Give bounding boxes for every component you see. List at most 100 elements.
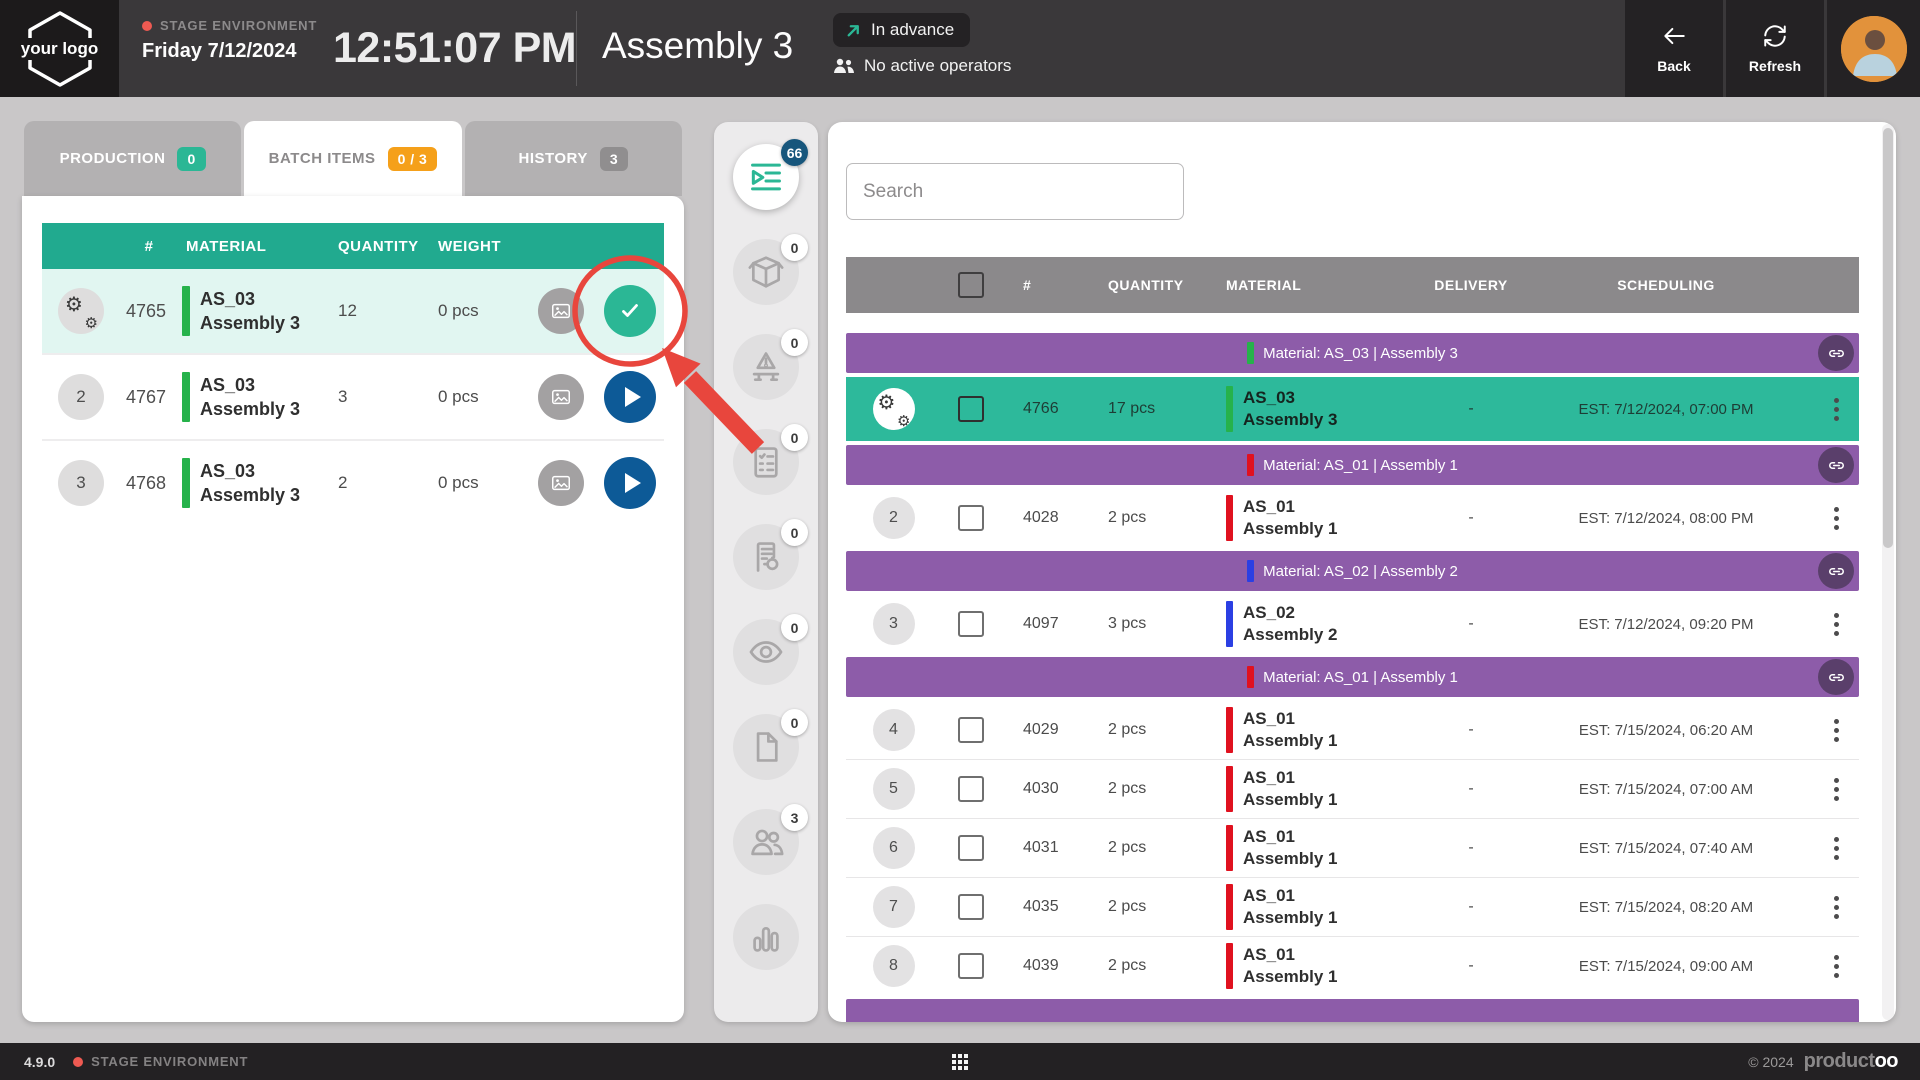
material-color-bar [1226,825,1233,871]
schedule-row[interactable]: 8 4039 2 pcs AS_01 Assembly 1 [846,936,1859,995]
order-number: 4031 [1001,839,1096,857]
play-icon [625,473,641,493]
row-checkbox[interactable] [958,953,984,979]
row-checkbox[interactable] [958,776,984,802]
bottom-bar: 4.9.0 STAGE ENVIRONMENT © 2024 productoo [0,1043,1920,1080]
scheduling-value: EST: 7/12/2024, 07:00 PM [1536,401,1796,418]
rail-item[interactable]: 0 [733,619,799,685]
row-checkbox[interactable] [958,611,984,637]
schedule-row[interactable]: ⚙⚙ 4766 17 pcs AS_03 Assembly 3 [846,377,1859,441]
schedule-rows: Material: AS_03 | Assembly 3 [846,313,1859,1022]
rail-item[interactable]: 66 [733,144,799,210]
schedule-row[interactable]: 7 4035 2 pcs AS_01 Assembly 1 [846,877,1859,936]
refresh-button[interactable]: Refresh [1726,0,1824,97]
batch-weight: 0 pcs [430,387,526,407]
start-button[interactable] [604,457,656,509]
tab[interactable]: PRODUCTION 0 [24,121,241,196]
app-version: 4.9.0 [24,1054,55,1070]
arrow-up-right-icon [845,22,862,39]
row-avatar: 7 [873,886,915,928]
side-icon-rail: 66 0 [714,122,818,1022]
material-name: Assembly 3 [1243,409,1338,431]
photos-button[interactable] [538,374,584,420]
row-checkbox[interactable] [958,894,984,920]
tab-badge: 3 [600,147,628,171]
schedule-row[interactable]: 3 4097 3 pcs AS_02 Assembly 2 [846,595,1859,653]
row-menu-button[interactable] [1830,833,1843,864]
back-button[interactable]: Back [1625,0,1723,97]
apps-grid-icon[interactable] [952,1054,968,1070]
link-group-button[interactable] [1818,447,1854,483]
rail-item[interactable]: 0 [733,239,799,305]
scrollbar-track [1882,124,1894,1020]
schedule-row[interactable]: 4 4029 2 pcs AS_01 Assembly 1 [846,701,1859,759]
order-quantity: 2 pcs [1096,721,1196,739]
top-header: your logo STAGE ENVIRONMENT Friday 7/12/… [0,0,1920,97]
rail-item[interactable]: 0 [733,524,799,590]
select-all-checkbox[interactable] [958,272,984,298]
row-menu-button[interactable] [1830,892,1843,923]
user-avatar[interactable] [1841,16,1907,82]
material-name: Assembly 2 [1243,624,1338,646]
rail-item[interactable] [733,904,799,970]
batch-quantity: 3 [330,387,430,407]
refresh-icon [1761,23,1789,49]
row-menu-button[interactable] [1830,503,1843,534]
order-quantity: 2 pcs [1096,898,1196,916]
delivery-value: - [1406,957,1536,975]
batch-quantity: 12 [330,301,430,321]
avatar-person-icon [1841,16,1907,82]
batch-number: 4768 [120,473,178,494]
operators-rail-icon [747,823,785,861]
row-avatar: 2 [873,497,915,539]
schedule-row[interactable]: 2 4028 2 pcs AS_01 Assembly 1 [846,489,1859,547]
link-group-button[interactable] [1818,659,1854,695]
rail-item[interactable]: 0 [733,714,799,780]
link-group-button[interactable] [1818,335,1854,371]
company-logo[interactable]: your logo [0,0,119,97]
clock: 12:51:07 PM [333,24,576,73]
operators-icon [833,58,855,74]
schedule-row[interactable]: 5 4030 2 pcs AS_01 Assembly 1 [846,759,1859,818]
row-menu-button[interactable] [1830,715,1843,746]
link-group-button[interactable] [1818,553,1854,589]
tab[interactable]: HISTORY 3 [465,121,682,196]
row-checkbox[interactable] [958,505,984,531]
order-quantity: 3 pcs [1096,615,1196,633]
complete-button[interactable] [604,285,656,337]
row-menu-button[interactable] [1830,609,1843,640]
checklist-icon [747,443,785,481]
material-group-row: Material: AS_01 | Assembly 1 [846,445,1859,485]
scheduling-panel: # QUANTITY MATERIAL DELIVERY SCHEDULING … [828,122,1896,1022]
photos-button[interactable] [538,288,584,334]
tab-badge: 0 [177,147,205,171]
rail-item[interactable]: 3 [733,809,799,875]
start-button[interactable] [604,371,656,423]
row-menu-button[interactable] [1830,774,1843,805]
row-menu-button[interactable] [1830,951,1843,982]
photos-button[interactable] [538,460,584,506]
search-input[interactable] [846,163,1184,220]
scheduling-value: EST: 7/15/2024, 09:00 AM [1536,958,1796,975]
environment-block: STAGE ENVIRONMENT Friday 7/12/2024 [142,18,317,63]
group-color-bar [1247,666,1254,688]
tab-badge: 0 / 3 [388,147,438,171]
row-avatar: 3 [58,460,104,506]
row-checkbox[interactable] [958,835,984,861]
row-menu-button[interactable] [1830,394,1843,425]
col-weight: WEIGHT [430,238,526,255]
rail-item[interactable]: 0 [733,429,799,495]
schedule-row[interactable]: 6 4031 2 pcs AS_01 Assembly 1 [846,818,1859,877]
row-avatar: 2 [58,374,104,420]
material-group-row: Material: AS_01 | Assembly 1 [846,657,1859,697]
row-checkbox[interactable] [958,717,984,743]
scrollbar-thumb[interactable] [1883,128,1893,548]
order-number: 4030 [1001,780,1096,798]
rail-item[interactable]: 0 [733,334,799,400]
image-icon [550,300,572,322]
batch-table-header: # MATERIAL QUANTITY WEIGHT [42,223,664,269]
tab[interactable]: BATCH ITEMS 0 / 3 [244,121,461,196]
material-group-row: Material: AS_03 | Assembly 3 [846,333,1859,373]
row-checkbox[interactable] [958,396,984,422]
batch-weight: 0 pcs [430,473,526,493]
